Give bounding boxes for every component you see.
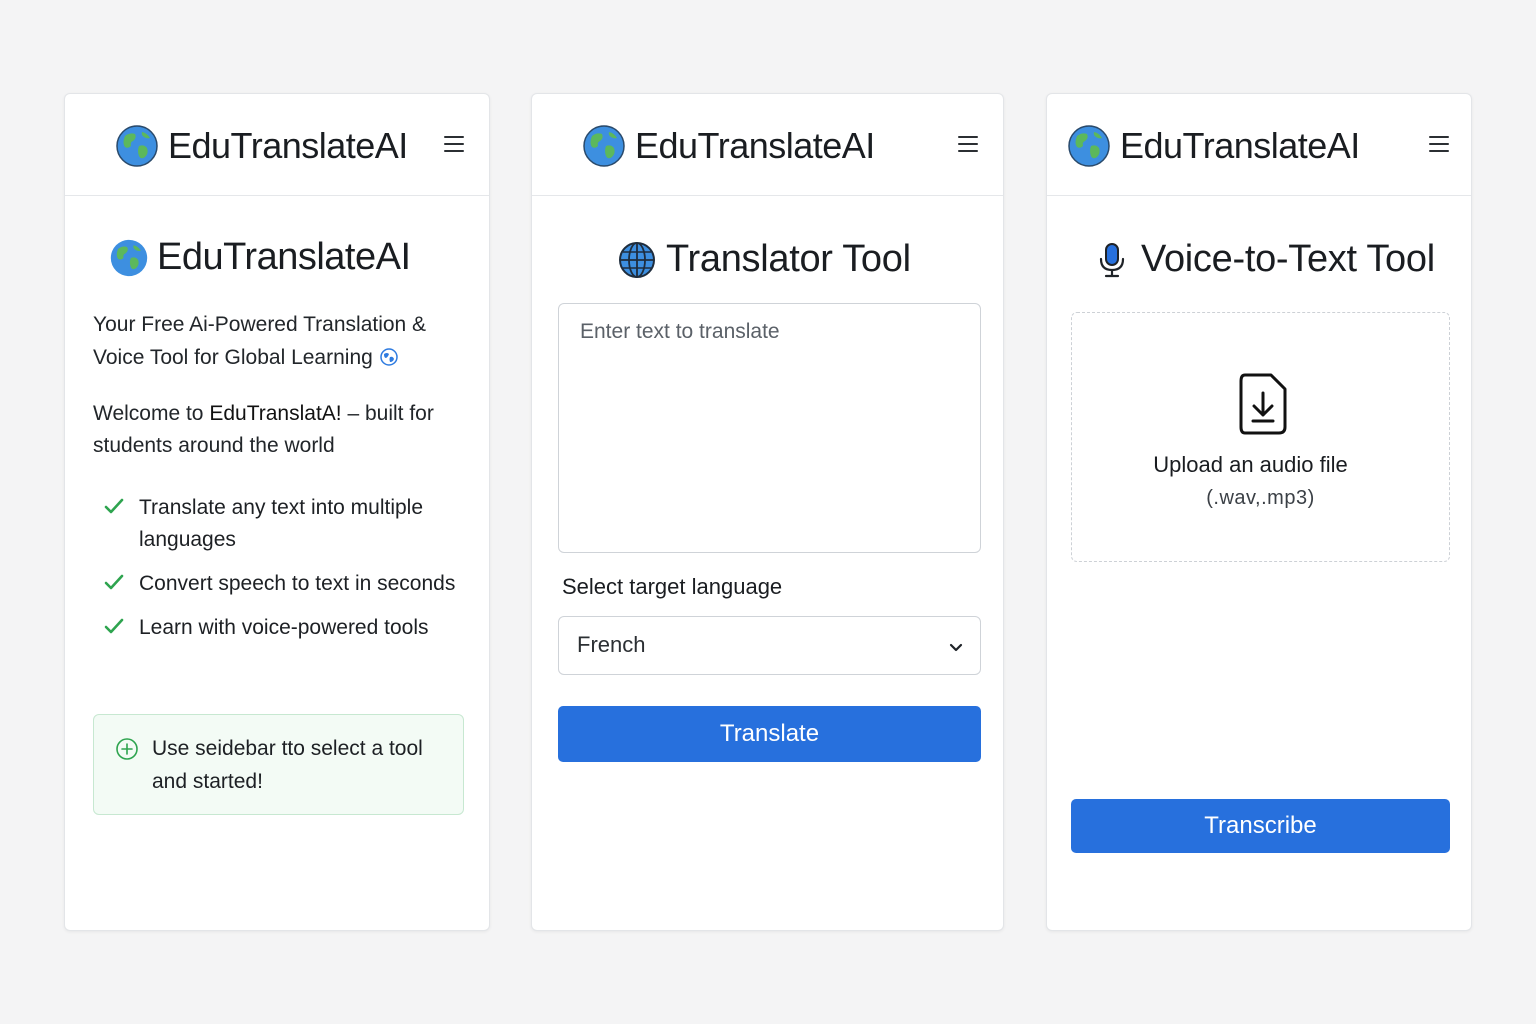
source-text-input[interactable]	[558, 303, 981, 553]
voice-card: EduTranslateAI Voice-to-Text Tool Upload…	[1046, 93, 1472, 931]
header: EduTranslateAI	[1047, 94, 1471, 196]
menu-icon[interactable]	[442, 132, 466, 156]
tagline-text: Your Free Ai-Powered Translation & Voice…	[93, 313, 427, 369]
globe-icon	[583, 125, 625, 167]
check-icon	[104, 618, 124, 634]
menu-icon[interactable]	[956, 132, 980, 156]
feature-text: Learn with voice-powered tools	[139, 616, 429, 639]
globe-icon	[380, 348, 398, 366]
brand[interactable]: EduTranslateAI	[115, 124, 408, 168]
welcome-name: EduTranslatA!	[209, 402, 342, 425]
menu-icon[interactable]	[1427, 132, 1451, 156]
feature-item: Translate any text into multiple languag…	[103, 492, 463, 556]
brand-name: EduTranslateAI	[1120, 125, 1360, 166]
feature-item: Convert speech to text in seconds	[103, 568, 463, 600]
chevron-down-icon	[949, 643, 963, 652]
globe-icon	[1068, 125, 1110, 167]
home-card: EduTranslateAI EduTranslateAI Your Free …	[64, 93, 490, 931]
feature-text: Translate any text into multiple languag…	[139, 496, 424, 551]
header: EduTranslateAI	[65, 94, 489, 196]
welcome-text: Welcome to EduTranslatA! – built for stu…	[93, 398, 473, 462]
page-title-text: Voice-to-Text Tool	[1141, 238, 1435, 280]
language-select-label: Select target language	[562, 574, 783, 599]
feature-item: Learn with voice-powered tools	[103, 612, 463, 644]
feature-text: Convert speech to text in seconds	[139, 572, 456, 595]
page-title: EduTranslateAI	[109, 236, 411, 279]
page-title-text: Translator Tool	[666, 238, 911, 280]
info-notice: Use seidebar tto select a tool and start…	[93, 714, 464, 815]
page-title: Translator Tool	[618, 238, 911, 281]
notice-text: Use seidebar tto select a tool and start…	[152, 737, 423, 793]
microphone-icon	[1099, 242, 1125, 277]
plus-circle-icon	[116, 738, 138, 760]
header: EduTranslateAI	[532, 94, 1003, 196]
page-title-text: EduTranslateAI	[157, 236, 411, 278]
welcome-prefix: Welcome to	[93, 402, 210, 425]
audio-upload-dropzone[interactable]: Upload an audio file (.wav,.mp3)	[1071, 312, 1450, 562]
upload-formats: (.wav,.mp3)	[1206, 487, 1315, 509]
tagline: Your Free Ai-Powered Translation & Voice…	[93, 308, 463, 374]
brand-name: EduTranslateAI	[635, 125, 875, 166]
upload-title: Upload an audio file	[1153, 452, 1348, 477]
file-download-icon	[1239, 373, 1287, 435]
globe-icon	[110, 239, 148, 276]
check-icon	[104, 498, 124, 514]
brand[interactable]: EduTranslateAI	[582, 124, 875, 168]
globe-grid-icon	[619, 241, 655, 278]
page-title: Voice-to-Text Tool	[1093, 238, 1435, 281]
translate-button[interactable]: Translate	[558, 706, 981, 762]
brand[interactable]: EduTranslateAI	[1067, 124, 1360, 168]
check-icon	[104, 574, 124, 590]
selected-language: French	[577, 632, 646, 657]
language-select[interactable]: French	[558, 616, 981, 675]
translator-card: EduTranslateAI Translator Tool Select ta…	[531, 93, 1004, 931]
globe-icon	[116, 125, 158, 167]
brand-name: EduTranslateAI	[168, 125, 408, 166]
transcribe-button[interactable]: Transcribe	[1071, 799, 1450, 853]
feature-list: Translate any text into multiple languag…	[103, 492, 463, 656]
